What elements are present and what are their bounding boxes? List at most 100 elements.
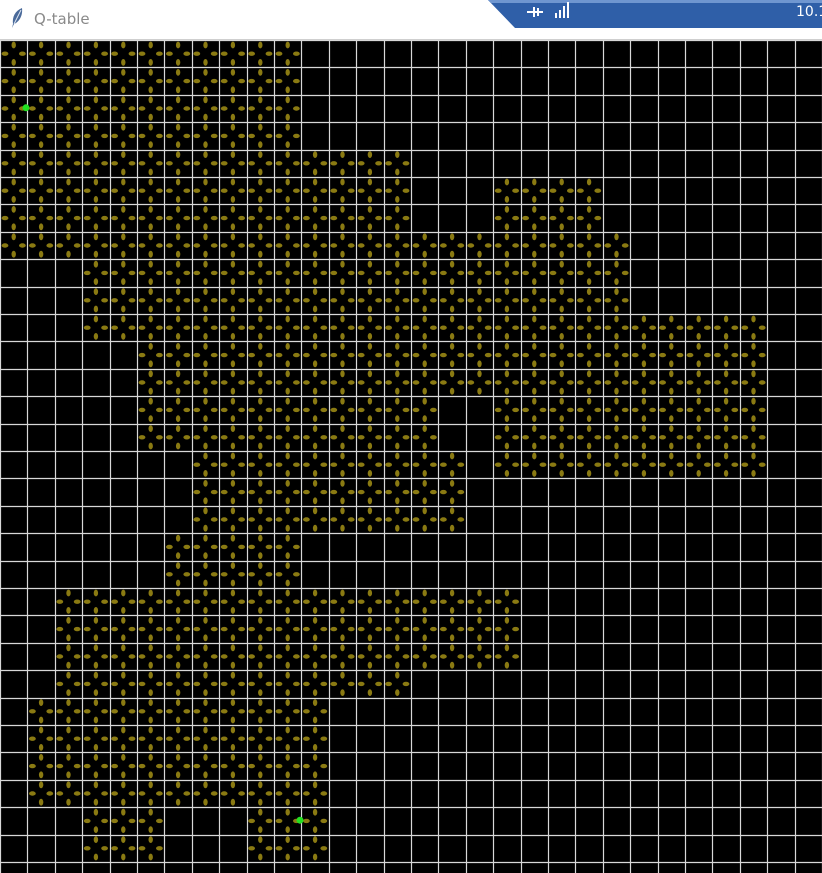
q-action-mark (367, 442, 373, 450)
q-action-mark (367, 305, 373, 313)
q-action-mark (66, 178, 71, 186)
q-action-mark (265, 572, 273, 577)
q-action-mark (203, 754, 208, 761)
q-action-mark (56, 681, 64, 687)
q-action-mark (11, 69, 16, 76)
q-action-mark (696, 415, 701, 422)
q-action-mark (303, 462, 310, 467)
q-action-mark (312, 798, 318, 806)
q-action-mark (402, 188, 410, 193)
q-action-mark (303, 791, 310, 796)
q-action-mark (430, 489, 437, 495)
q-action-mark (230, 196, 236, 203)
q-action-mark (467, 626, 475, 632)
q-action-mark (731, 407, 739, 413)
q-action-mark (539, 407, 547, 413)
q-action-mark (586, 288, 592, 295)
q-action-mark (312, 178, 318, 186)
q-action-mark (293, 572, 300, 577)
q-action-mark (183, 352, 191, 358)
q-action-mark (101, 298, 108, 303)
q-action-mark (66, 589, 71, 597)
q-action-mark (504, 607, 510, 614)
q-action-mark (395, 507, 400, 515)
q-action-mark (504, 250, 510, 258)
q-action-mark (11, 41, 16, 49)
q-action-mark (203, 178, 208, 186)
q-action-mark (193, 572, 201, 577)
q-action-mark (449, 343, 455, 350)
q-action-mark (285, 754, 290, 761)
q-action-mark (11, 196, 16, 203)
q-action-mark (340, 360, 345, 368)
q-action-mark (504, 661, 510, 669)
q-action-mark (166, 161, 173, 166)
q-action-mark (220, 572, 228, 577)
q-action-mark (29, 215, 36, 221)
q-action-mark (265, 298, 273, 303)
signal-icon[interactable] (554, 2, 570, 18)
q-action-mark (303, 709, 310, 714)
q-action-mark (532, 452, 537, 460)
q-action-mark (265, 188, 273, 193)
pin-icon[interactable] (526, 5, 544, 19)
q-action-mark (11, 250, 16, 258)
q-action-mark (128, 106, 136, 111)
q-action-mark (183, 51, 191, 56)
q-action-mark (175, 387, 181, 395)
q-action-mark (258, 370, 263, 378)
q-action-mark (230, 315, 236, 323)
q-action-mark (183, 325, 191, 330)
q-action-mark (138, 736, 146, 741)
q-action-mark (522, 352, 529, 358)
q-action-mark (238, 736, 246, 741)
q-action-mark (238, 51, 246, 56)
q-action-mark (494, 352, 502, 358)
q-action-mark (285, 370, 290, 378)
q-action-mark (449, 634, 455, 642)
q-action-mark (312, 771, 318, 779)
q-action-mark (220, 736, 228, 741)
q-action-mark (375, 352, 382, 358)
q-action-mark (696, 397, 701, 405)
q-action-mark (375, 489, 382, 495)
q-action-mark (93, 617, 99, 624)
q-action-mark (128, 654, 136, 659)
q-action-mark (230, 387, 236, 395)
q-action-mark (293, 736, 300, 741)
q-action-mark (38, 168, 44, 176)
q-action-mark (193, 133, 201, 139)
q-action-mark (175, 141, 181, 148)
q-action-mark (138, 380, 146, 385)
q-action-mark (477, 333, 482, 340)
q-action-mark (148, 196, 153, 203)
q-action-mark (148, 370, 153, 378)
q-action-mark (696, 315, 701, 323)
q-action-mark (293, 325, 300, 330)
q-action-mark (258, 744, 263, 751)
q-action-mark (395, 343, 400, 350)
q-action-mark (320, 407, 328, 413)
q-action-mark (285, 562, 290, 569)
q-action-mark (93, 278, 99, 285)
q-action-mark (422, 288, 427, 295)
q-action-mark (320, 325, 328, 330)
q-action-mark (93, 315, 99, 323)
q-action-mark (467, 654, 475, 659)
q-action-mark (275, 846, 283, 851)
q-action-mark (385, 435, 392, 440)
q-action-mark (312, 716, 318, 724)
q-action-mark (19, 215, 26, 221)
q-action-mark (285, 480, 290, 487)
q-action-mark (66, 781, 71, 789)
q-action-mark (347, 161, 355, 166)
q-action-mark (357, 215, 365, 221)
q-action-mark (422, 333, 427, 340)
q-action-mark (330, 270, 338, 276)
q-table-grid[interactable] (0, 40, 822, 873)
q-action-mark (412, 270, 420, 276)
q-action-mark (166, 654, 173, 659)
q-action-mark (522, 243, 529, 248)
q-action-mark (203, 69, 208, 76)
q-action-mark (148, 96, 153, 104)
